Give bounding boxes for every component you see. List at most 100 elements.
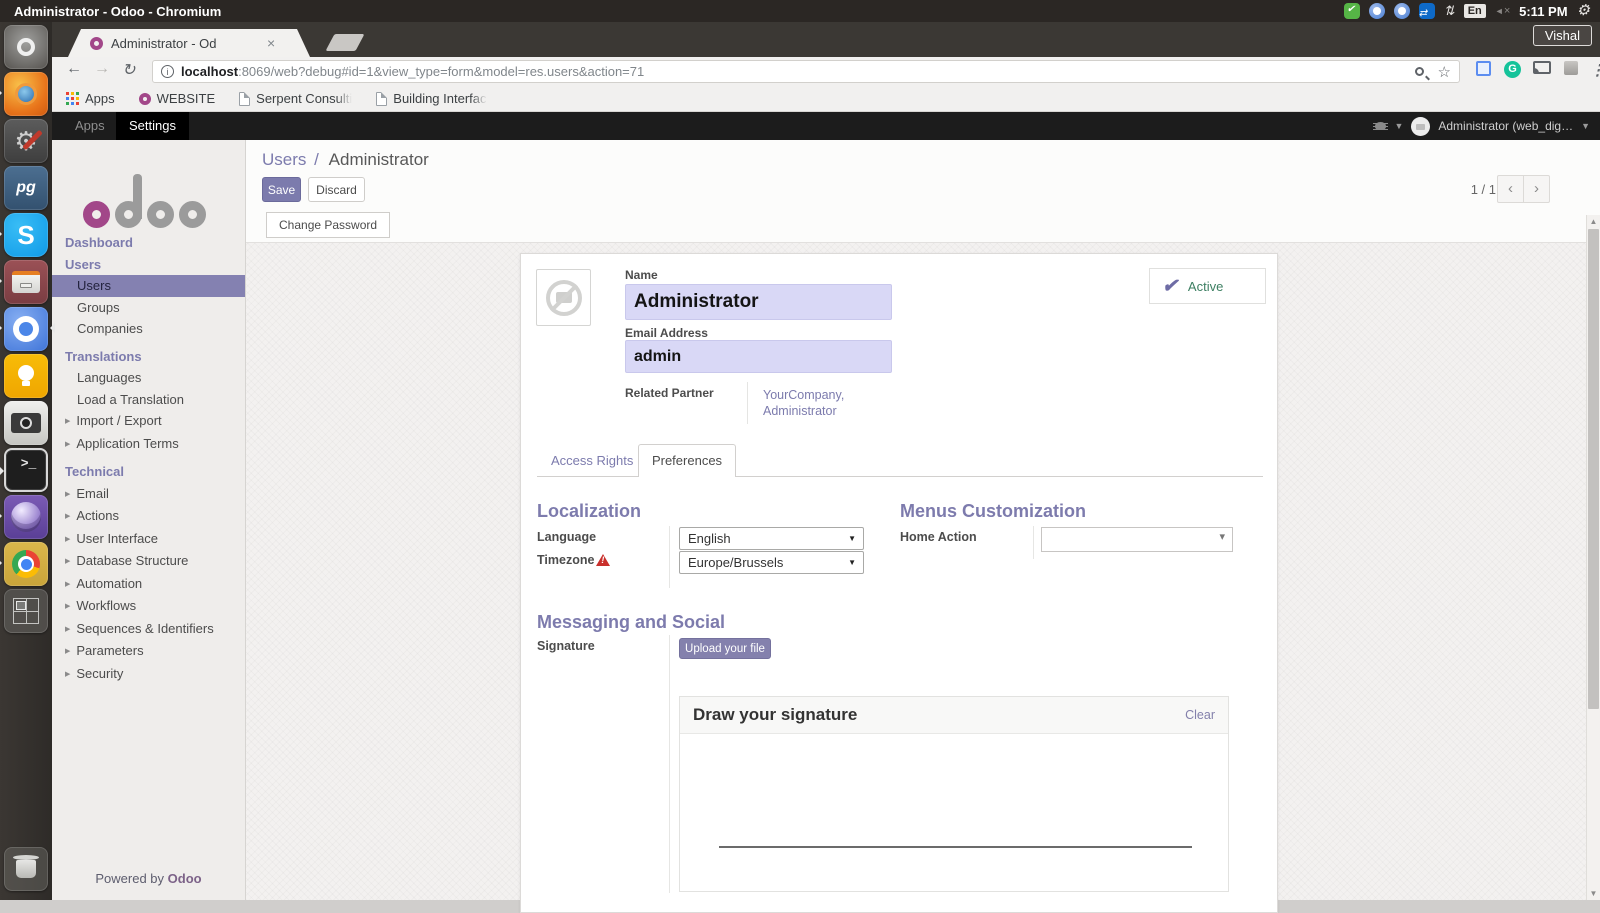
bookmark-serpent-consulti[interactable]: Serpent Consulti	[239, 91, 353, 106]
timezone-label: Timezone	[537, 553, 611, 567]
tab-administrator-odoo[interactable]: Administrator - Od ×	[68, 29, 310, 57]
sidebar-item-email[interactable]: Email	[52, 483, 245, 506]
network-arrows-icon[interactable]	[1444, 3, 1455, 19]
keyboard-layout-indicator[interactable]: En	[1463, 4, 1486, 18]
back-button[interactable]	[66, 60, 82, 78]
chrome-icon[interactable]	[0, 542, 48, 586]
name-input[interactable]	[625, 284, 892, 320]
user-menu-caret-icon[interactable]	[1581, 121, 1590, 131]
scrollbar-thumb[interactable]	[1588, 229, 1599, 709]
tab-close-icon[interactable]: ×	[267, 35, 275, 51]
chromium-icon[interactable]	[0, 307, 55, 351]
chromium-tray-icon[interactable]	[1368, 3, 1385, 19]
vertical-scrollbar[interactable]	[1586, 215, 1600, 900]
home-action-combobox[interactable]	[1041, 527, 1233, 552]
sidebar-item-sequences-identifiers[interactable]: Sequences & Identifiers	[52, 618, 245, 641]
no-camera-icon	[545, 279, 582, 316]
workspace-switcher-icon[interactable]	[4, 589, 48, 633]
sound-muted-icon[interactable]	[1495, 5, 1510, 17]
archive-manager-icon[interactable]	[0, 260, 48, 304]
debug-caret-icon[interactable]	[1394, 121, 1403, 131]
sidebar-item-parameters[interactable]: Parameters	[52, 640, 245, 663]
browser-menu-icon[interactable]	[1590, 61, 1600, 79]
teamviewer-tray-icon[interactable]	[1418, 3, 1435, 19]
timezone-warning-icon[interactable]	[596, 554, 611, 566]
tab-access-rights[interactable]: Access Rights	[551, 453, 633, 468]
page-info-icon[interactable]: i	[161, 65, 174, 78]
firefox-icon[interactable]	[0, 72, 48, 116]
sidebar-item-load-a-translation[interactable]: Load a Translation	[52, 389, 245, 411]
upload-file-button[interactable]: Upload your file	[679, 638, 771, 659]
system-bar: Administrator - Odoo - Chromium En 5:11 …	[0, 0, 1600, 22]
address-bar[interactable]: i localhost :8069/web?debug#id=1&view_ty…	[152, 60, 1460, 83]
eclipse-icon[interactable]	[0, 495, 48, 539]
bookmark-website[interactable]: WEBSITE	[138, 91, 215, 106]
new-tab-button[interactable]	[325, 34, 365, 51]
change-password-button[interactable]: Change Password	[266, 212, 391, 238]
bookmark-apps[interactable]: Apps	[66, 91, 115, 106]
nav-item-settings[interactable]: Settings	[116, 112, 189, 140]
sidebar-item-languages[interactable]: Languages	[52, 367, 245, 389]
system-tray: En 5:11 PM	[1343, 3, 1600, 19]
sidebar-item-application-terms[interactable]: Application Terms	[52, 433, 245, 456]
terminal-icon[interactable]: >_	[0, 448, 48, 492]
active-checkbox-group[interactable]: Active	[1149, 268, 1266, 304]
clock[interactable]: 5:11 PM	[1519, 4, 1567, 19]
control-panel: Users / Administrator Save Discard 1 / 1…	[246, 140, 1600, 243]
tab-preferences[interactable]: Preferences	[638, 444, 736, 477]
sidebar-item-actions[interactable]: Actions	[52, 505, 245, 528]
signature-clear-link[interactable]: Clear	[1185, 708, 1215, 722]
pager-previous-button[interactable]: ‹	[1497, 175, 1524, 203]
skype-tray-icon[interactable]	[1343, 3, 1360, 19]
reload-button[interactable]	[122, 60, 135, 80]
trash-icon[interactable]	[4, 847, 48, 891]
breadcrumb-users[interactable]: Users	[262, 150, 306, 169]
user-avatar[interactable]	[1411, 116, 1431, 136]
user-menu[interactable]: Administrator (web_dig…	[1438, 119, 1573, 133]
email-input[interactable]	[625, 340, 892, 373]
sidebar-item-users[interactable]: Users	[52, 275, 245, 297]
sidebar-menu: Dashboard Users Users Groups Companies Transl…	[52, 232, 245, 685]
bookmark-building-interfac[interactable]: Building Interfac	[376, 91, 487, 106]
signature-panel-title: Draw your signature	[693, 705, 858, 724]
sidebar-item-workflows[interactable]: Workflows	[52, 595, 245, 618]
discard-button[interactable]: Discard	[308, 177, 365, 202]
skype-icon[interactable]: S	[0, 213, 48, 257]
sidebar-item-groups[interactable]: Groups	[52, 297, 245, 319]
bookmark-star-icon[interactable]: ☆	[1438, 63, 1451, 81]
sidebar-item-automation[interactable]: Automation	[52, 573, 245, 596]
session-gear-icon[interactable]	[1577, 3, 1590, 19]
powered-by-brand[interactable]: Odoo	[168, 871, 202, 886]
scroll-down-icon[interactable]	[1587, 889, 1600, 898]
messaging-heading: Messaging and Social	[537, 612, 726, 632]
chromium-tray-icon[interactable]	[1393, 3, 1410, 19]
postgresql-icon[interactable]: pg	[4, 166, 48, 210]
signature-draw-area[interactable]	[680, 734, 1228, 891]
save-button[interactable]: Save	[262, 177, 301, 202]
camera-icon[interactable]	[4, 401, 48, 445]
user-image-placeholder[interactable]	[536, 269, 591, 326]
sidebar-item-database-structure[interactable]: Database Structure	[52, 550, 245, 573]
nav-item-apps[interactable]: Apps	[75, 112, 105, 140]
cube-extension-icon[interactable]	[1564, 61, 1578, 75]
cast-extension-icon[interactable]	[1533, 61, 1551, 74]
google-keep-icon[interactable]	[4, 354, 48, 398]
sidebar-item-user-interface[interactable]: User Interface	[52, 528, 245, 551]
timezone-select[interactable]: Europe/Brussels	[679, 551, 864, 574]
sidebar-item-dashboard[interactable]: Dashboard	[52, 232, 245, 254]
ubuntu-dash-icon[interactable]	[4, 25, 48, 69]
sidebar-item-security[interactable]: Security	[52, 663, 245, 686]
debug-bug-icon[interactable]	[1373, 122, 1389, 130]
related-partner-link[interactable]: YourCompany, Administrator	[763, 387, 844, 419]
scroll-up-icon[interactable]	[1587, 217, 1600, 226]
active-checkbox-checked-icon[interactable]	[1162, 275, 1178, 298]
system-settings-icon[interactable]: ⚙	[4, 119, 48, 163]
pager-next-button[interactable]: ›	[1523, 175, 1550, 203]
sidebar-item-companies[interactable]: Companies	[52, 318, 245, 340]
screenshot-extension-icon[interactable]	[1476, 61, 1491, 76]
zoom-icon[interactable]	[1414, 67, 1424, 76]
language-select[interactable]: English	[679, 527, 864, 550]
sidebar-item-import-export[interactable]: Import / Export	[52, 410, 245, 433]
browser-profile-chip[interactable]: Vishal	[1532, 25, 1592, 46]
grammarly-extension-icon[interactable]: G	[1504, 61, 1521, 78]
